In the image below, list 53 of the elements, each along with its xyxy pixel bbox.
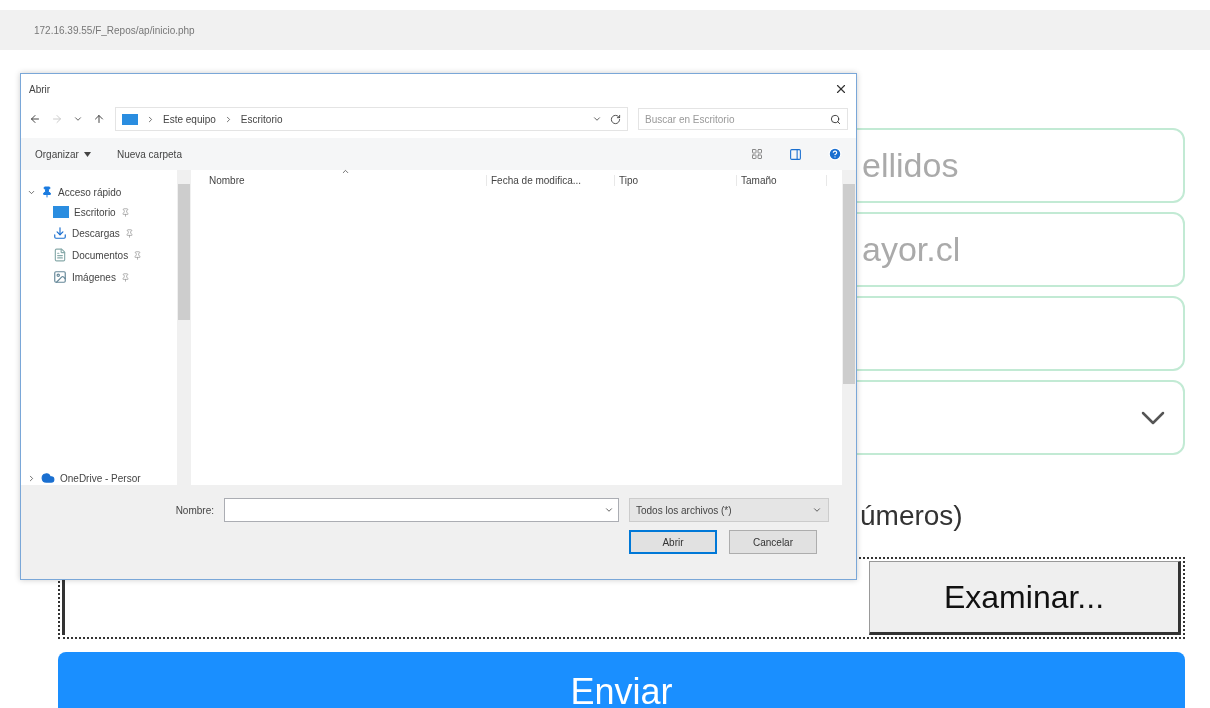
column-header[interactable]: Tamaño — [737, 174, 827, 186]
nav-item[interactable]: Documentos — [72, 249, 129, 261]
pin-icon — [124, 228, 134, 238]
column-header[interactable]: Nombre — [205, 174, 487, 186]
recent-icon[interactable] — [73, 114, 83, 124]
close-icon[interactable] — [834, 82, 848, 96]
nav-item[interactable]: Imágenes — [72, 271, 116, 283]
dialog-title: Abrir — [29, 83, 51, 95]
dropdown-icon — [604, 505, 614, 515]
dropdown-icon[interactable] — [592, 114, 602, 124]
open-button[interactable]: Abrir — [629, 530, 717, 554]
column-header[interactable]: Tipo — [615, 174, 737, 186]
view-icon[interactable] — [751, 148, 763, 160]
download-icon — [53, 226, 67, 240]
chevron-icon — [812, 505, 822, 515]
pin-icon — [133, 250, 143, 260]
nav-item[interactable]: OneDrive - Persor — [60, 472, 141, 484]
cancel-button[interactable]: Cancelar — [729, 530, 817, 554]
help-icon[interactable] — [828, 147, 842, 161]
nav-item[interactable]: Descargas — [72, 227, 120, 239]
sort-icon — [341, 167, 350, 176]
nav-item[interactable]: Escritorio — [74, 206, 116, 218]
up-icon[interactable] — [93, 113, 105, 125]
cloud-icon — [41, 471, 55, 485]
breadcrumb-item[interactable]: Escritorio — [240, 113, 283, 125]
new-folder-button[interactable]: Nueva carpeta — [116, 148, 182, 160]
preview-pane-icon[interactable] — [789, 147, 802, 161]
back-icon[interactable] — [29, 113, 41, 125]
pin-icon — [41, 186, 53, 198]
organize-menu[interactable]: Organizar — [35, 148, 91, 160]
scrollbar[interactable] — [842, 170, 856, 485]
separator-icon — [146, 114, 155, 124]
breadcrumb-item[interactable]: Este equipo — [163, 113, 216, 125]
address-field[interactable]: Este equipo Escritorio — [115, 107, 628, 131]
column-header[interactable]: Fecha de modifica... — [487, 174, 615, 186]
expand-icon[interactable] — [27, 473, 36, 483]
filename-field[interactable] — [224, 498, 619, 522]
page-url: 172.16.39.55/F_Repos/ap/inicio.php — [34, 24, 195, 36]
caret-icon — [83, 152, 91, 158]
browse-button[interactable]: Examinar... — [869, 561, 1181, 635]
file-type-dropdown[interactable]: Todos los archivos (*) — [629, 498, 829, 522]
desktop-icon — [122, 113, 138, 125]
document-icon — [53, 248, 67, 262]
refresh-icon[interactable] — [610, 113, 621, 125]
search-icon — [830, 113, 841, 125]
desktop-icon — [53, 206, 69, 218]
filename-label: Nombre: — [175, 504, 214, 516]
field-label: úmeros) — [860, 500, 963, 531]
nav-item[interactable]: Acceso rápido — [58, 186, 122, 198]
image-icon — [53, 270, 67, 284]
scrollbar[interactable] — [177, 170, 191, 485]
pin-icon — [120, 272, 130, 282]
pin-icon — [120, 207, 130, 217]
